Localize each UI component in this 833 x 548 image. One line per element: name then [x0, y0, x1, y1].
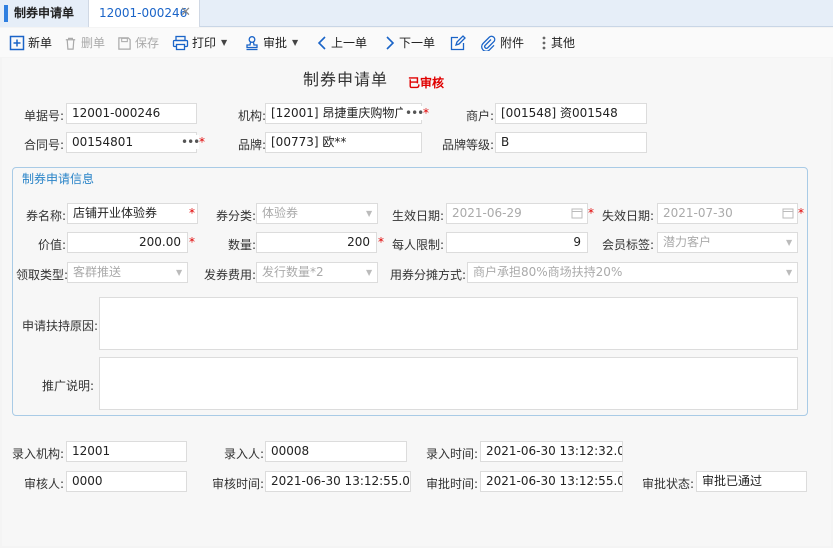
- org-label: 机构:: [237, 109, 266, 123]
- share-select[interactable]: 商户承担80%商场扶持20%: [467, 262, 798, 283]
- chevron-down-icon: ▼: [786, 268, 793, 277]
- approve-button[interactable]: 审批 ▼: [244, 32, 298, 54]
- chevron-right-icon: [386, 36, 395, 50]
- calendar-icon[interactable]: [782, 207, 794, 219]
- issue-fee-select[interactable]: 发行数量*2: [256, 262, 378, 283]
- review-time-label: 审核时间:: [211, 477, 264, 491]
- chevron-down-icon: ▼: [366, 268, 373, 277]
- merchant-label: 商户:: [465, 109, 494, 123]
- chevron-left-icon: [317, 36, 326, 50]
- reason-label: 申请扶持原因:: [21, 319, 98, 333]
- entry-time-field[interactable]: 2021-06-30 13:12:32.000: [480, 441, 623, 462]
- chevron-down-icon: ▼: [176, 268, 183, 277]
- chevron-down-icon: ▼: [221, 38, 228, 47]
- chevron-down-icon: ▼: [292, 38, 299, 47]
- end-date-field[interactable]: 2021-07-30: [657, 203, 798, 224]
- required-mark: *: [199, 135, 205, 149]
- reviewer-field[interactable]: 0000: [66, 471, 187, 492]
- new-button[interactable]: 新单: [9, 32, 52, 54]
- brand-field[interactable]: [00773] 欧**: [265, 132, 422, 153]
- trash-icon: [65, 37, 76, 50]
- start-date-label: 生效日期:: [391, 209, 444, 223]
- chevron-down-icon: ▼: [786, 238, 793, 247]
- coupon-type-label: 券分类:: [215, 209, 256, 223]
- next-button[interactable]: 下一单: [384, 32, 435, 54]
- save-button[interactable]: 保存: [117, 32, 159, 54]
- collect-type-label: 领取类型:: [15, 268, 68, 282]
- plus-square-icon: [9, 35, 25, 51]
- value-field[interactable]: 200.00: [67, 232, 188, 253]
- page-title: 制券申请单: [303, 70, 389, 89]
- coupon-name-label: 券名称:: [25, 209, 66, 223]
- tab-document-label: 12001-000246: [99, 6, 188, 20]
- tab-bar: 制券申请单 12001-000246 ✕: [0, 0, 833, 27]
- attach-button[interactable]: 附件: [480, 32, 524, 54]
- reason-textarea[interactable]: [99, 297, 798, 350]
- value-label: 价值:: [37, 238, 66, 252]
- chevron-down-icon: ▼: [366, 209, 373, 218]
- approve-status-field[interactable]: 审批已通过: [696, 471, 807, 492]
- section-title: 制券申请信息: [22, 172, 95, 186]
- contract-field[interactable]: 00154801: [66, 132, 197, 153]
- entry-time-label: 录入时间:: [425, 447, 478, 461]
- print-button[interactable]: 打印 ▼: [172, 32, 227, 54]
- coupon-type-select[interactable]: 体验券: [256, 203, 378, 224]
- edit-button[interactable]: [449, 32, 466, 54]
- stamp-icon: [246, 36, 258, 51]
- more-vertical-icon: [542, 36, 546, 50]
- doc-no-label: 单据号:: [23, 109, 64, 123]
- merchant-field[interactable]: [001548] 资001548: [495, 103, 647, 124]
- limit-label: 每人限制:: [391, 238, 444, 252]
- promo-textarea[interactable]: [99, 357, 798, 410]
- brand-level-field[interactable]: B: [495, 132, 647, 153]
- required-mark: *: [189, 206, 195, 220]
- ellipsis-icon[interactable]: •••: [179, 135, 200, 149]
- tab-document[interactable]: 12001-000246 ✕: [88, 0, 200, 27]
- close-icon[interactable]: ✕: [180, 0, 191, 26]
- delete-button[interactable]: 删单: [63, 32, 105, 54]
- prev-button[interactable]: 上一单: [316, 32, 367, 54]
- limit-field[interactable]: 9: [446, 232, 588, 253]
- doc-no-field[interactable]: 12001-000246: [66, 103, 197, 124]
- contract-label: 合同号:: [23, 138, 64, 152]
- other-button[interactable]: 其他: [540, 32, 575, 54]
- required-mark: *: [588, 206, 594, 220]
- entry-user-field[interactable]: 00008: [265, 441, 407, 462]
- review-time-field[interactable]: 2021-06-30 13:12:55.000: [265, 471, 411, 492]
- share-label: 用券分摊方式:: [389, 268, 466, 282]
- member-tag-select[interactable]: 潜力客户: [657, 232, 798, 253]
- end-date-label: 失效日期:: [601, 209, 654, 223]
- entry-user-label: 录入人:: [223, 447, 264, 461]
- status-badge: 已审核: [408, 76, 445, 90]
- brand-level-label: 品牌等级:: [441, 138, 494, 152]
- start-date-field[interactable]: 2021-06-29: [446, 203, 588, 224]
- paperclip-icon: [481, 35, 496, 51]
- required-mark: *: [189, 235, 195, 249]
- coupon-name-field[interactable]: 店铺开业体验券: [67, 203, 198, 224]
- org-field[interactable]: [12001] 昂捷重庆购物广场: [265, 103, 422, 124]
- required-mark: *: [378, 235, 384, 249]
- edit-icon: [450, 34, 466, 50]
- calendar-icon[interactable]: [571, 207, 583, 219]
- required-mark: *: [423, 106, 429, 120]
- floppy-icon: [118, 36, 131, 50]
- entry-org-label: 录入机构:: [11, 447, 64, 461]
- issue-fee-label: 发券费用:: [203, 268, 256, 282]
- entry-org-field[interactable]: 12001: [66, 441, 187, 462]
- quantity-label: 数量:: [227, 238, 256, 252]
- tab-module[interactable]: 制券申请单: [0, 0, 88, 27]
- member-tag-label: 会员标签:: [601, 238, 654, 252]
- toolbar: 新单 删单 保存 打印 ▼ 审批 ▼ 上一单 下一单 附件 其他: [0, 28, 833, 57]
- reviewer-label: 审核人:: [23, 477, 64, 491]
- approve-status-label: 审批状态:: [641, 477, 694, 491]
- collect-type-select[interactable]: 客群推送: [67, 262, 188, 283]
- required-mark: *: [798, 206, 804, 220]
- printer-icon: [172, 35, 189, 51]
- brand-label: 品牌:: [237, 138, 266, 152]
- promo-label: 推广说明:: [41, 379, 94, 393]
- approve-time-field[interactable]: 2021-06-30 13:12:55.000: [480, 471, 623, 492]
- approve-time-label: 审批时间:: [425, 477, 478, 491]
- quantity-field[interactable]: 200: [256, 232, 377, 253]
- ellipsis-icon[interactable]: •••: [403, 106, 424, 120]
